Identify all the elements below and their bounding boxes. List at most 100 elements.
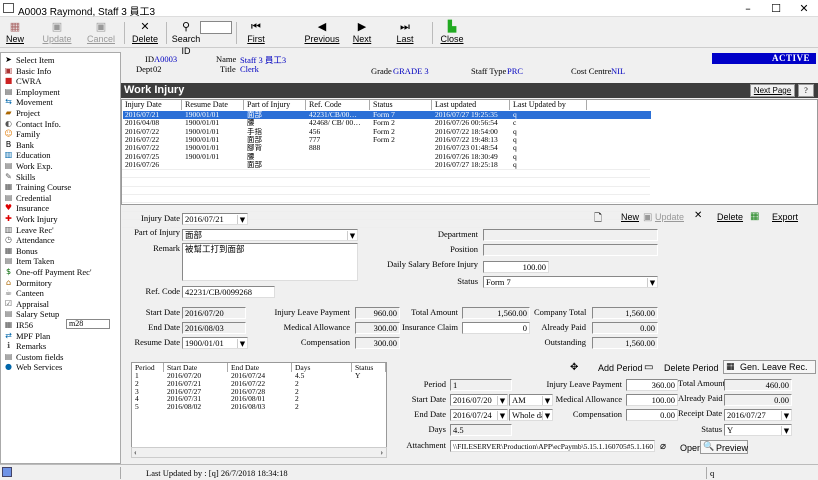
next-page-button[interactable]: Next Page bbox=[750, 84, 795, 97]
sidebar-item-work-exp-[interactable]: Work Exp. bbox=[16, 161, 53, 172]
grid-cell[interactable]: 777 bbox=[306, 136, 370, 144]
grid-cell[interactable]: 2016/07/26 bbox=[122, 161, 182, 169]
delete-period-button[interactable]: Delete Period bbox=[664, 363, 719, 373]
grid-header-4[interactable]: Status bbox=[370, 100, 432, 110]
close-button[interactable]: ▙ Close bbox=[440, 20, 464, 46]
sidebar-item-custom-fields[interactable]: Custom fields bbox=[16, 352, 63, 363]
ref-code-input[interactable]: 42231/CB/0099268 bbox=[182, 286, 275, 298]
grid-cell[interactable]: 腰 bbox=[244, 153, 306, 161]
last-button[interactable]: ⏭ Last bbox=[395, 20, 415, 46]
grid-cell[interactable]: Form 7 bbox=[370, 111, 432, 119]
grid-cell[interactable]: 1900/01/01 bbox=[182, 128, 244, 136]
sidebar-item-one-off-payment-rec-[interactable]: One-off Payment Rec' bbox=[16, 267, 92, 278]
period-cell[interactable]: Y bbox=[352, 372, 360, 380]
add-period-button[interactable]: Add Period bbox=[598, 363, 643, 373]
grid-cell[interactable]: 2016/07/22 bbox=[122, 128, 182, 136]
insurance-claim-input[interactable]: 0 bbox=[462, 322, 530, 334]
grid-cell[interactable]: 456 bbox=[306, 128, 370, 136]
sidebar-item-contact-info-[interactable]: Contact Info. bbox=[16, 119, 61, 130]
grid-header-5[interactable]: Last updated bbox=[432, 100, 510, 110]
grid-cell[interactable]: 2016/07/26 18:30:49 bbox=[432, 153, 510, 161]
grid-cell[interactable]: 面部 bbox=[244, 111, 306, 119]
period-cell[interactable] bbox=[352, 380, 355, 388]
remark-textarea[interactable]: 被幫工打到面部 bbox=[182, 243, 358, 281]
grid-cell[interactable]: 2016/07/22 19:48:13 bbox=[432, 136, 510, 144]
mpf-plan-input[interactable]: m28 bbox=[66, 319, 110, 329]
sidebar-item-select-item[interactable]: Select Item bbox=[16, 55, 54, 66]
sidebar-item-bank[interactable]: Bank bbox=[16, 140, 34, 151]
daily-salary-input[interactable]: 100.00 bbox=[483, 261, 549, 273]
form-update-button[interactable]: ▣ Update bbox=[643, 212, 684, 223]
grid-cell[interactable]: 1900/01/01 bbox=[182, 153, 244, 161]
period-cell[interactable]: 5 bbox=[132, 403, 139, 411]
grid-cell[interactable]: 2016/07/21 bbox=[122, 111, 182, 119]
cancel-button[interactable]: ▣ Cancel bbox=[84, 20, 118, 46]
grid-cell[interactable] bbox=[306, 161, 370, 169]
grid-cell[interactable]: 2016/07/27 19:25:35 bbox=[432, 111, 510, 119]
grid-cell[interactable]: q bbox=[510, 128, 587, 136]
help-button[interactable]: ? bbox=[798, 84, 814, 97]
grid-cell[interactable]: Form 2 bbox=[370, 119, 432, 127]
sidebar-item-dormitory[interactable]: Dormitory bbox=[16, 278, 52, 289]
sidebar-item-mpf-plan[interactable]: MPF Plan bbox=[16, 331, 50, 342]
grid-cell[interactable]: 面部 bbox=[244, 161, 306, 169]
grid-cell[interactable]: q bbox=[510, 161, 587, 169]
grid-cell[interactable]: 1900/01/01 bbox=[182, 111, 244, 119]
sidebar-item-training-course[interactable]: Training Course bbox=[16, 182, 71, 193]
add-period-icon[interactable]: ✥ bbox=[570, 362, 578, 373]
sidebar-item-salary-setup[interactable]: Salary Setup bbox=[16, 309, 59, 320]
grid-cell[interactable] bbox=[370, 153, 432, 161]
grid-cell[interactable] bbox=[306, 153, 370, 161]
form-delete-button[interactable]: ✕ bbox=[694, 210, 702, 221]
sidebar-item-item-taken[interactable]: Item Taken bbox=[16, 256, 54, 267]
first-button[interactable]: ⏮ First bbox=[244, 20, 268, 46]
grid-cell[interactable]: 888 bbox=[306, 144, 370, 152]
open-button[interactable]: Open bbox=[680, 443, 702, 453]
period-status-select[interactable]: Y ▼ bbox=[724, 424, 792, 436]
sidebar-item-canteen[interactable]: Canteen bbox=[16, 288, 44, 299]
period-start-date-input[interactable]: 2016/07/20 ▼ bbox=[450, 394, 508, 406]
grid-cell[interactable]: 2016/07/22 bbox=[122, 144, 182, 152]
grid-cell[interactable]: 2016/07/22 18:54:00 bbox=[432, 128, 510, 136]
status-select[interactable]: Form 7 ▼ bbox=[483, 276, 658, 288]
period-cell[interactable] bbox=[352, 388, 355, 396]
grid-header-1[interactable]: Resume Date bbox=[182, 100, 244, 110]
sidebar-item-skills[interactable]: Skills bbox=[16, 172, 35, 183]
search-id-button[interactable]: ⚲ Search ID bbox=[170, 20, 202, 56]
grid-cell[interactable]: 2016/07/26 00:56:54 bbox=[432, 119, 510, 127]
grid-cell[interactable]: q bbox=[510, 153, 587, 161]
minimize-icon[interactable]: – bbox=[734, 1, 762, 16]
grid-cell[interactable]: 42231/CB/00… bbox=[306, 111, 370, 119]
sidebar-item-work-injury[interactable]: Work Injury bbox=[16, 214, 58, 225]
sidebar-item-project[interactable]: Project bbox=[16, 108, 40, 119]
period-cell[interactable]: 2016/08/02 bbox=[164, 403, 201, 411]
grid-cell[interactable]: q bbox=[510, 136, 587, 144]
sidebar-item-movement[interactable]: Movement bbox=[16, 97, 53, 108]
grid-cell[interactable]: 2016/07/25 bbox=[122, 153, 182, 161]
grid-cell[interactable]: q bbox=[510, 111, 587, 119]
sidebar-item-attendance[interactable]: Attendance bbox=[16, 235, 55, 246]
sidebar-item-credential[interactable]: Credential bbox=[16, 193, 51, 204]
delete-button[interactable]: ✕ Delete bbox=[130, 20, 160, 46]
part-of-injury-select[interactable]: 面部 ▼ bbox=[182, 229, 358, 241]
form-delete-label[interactable]: Delete bbox=[717, 212, 743, 222]
sidebar-item-bonus[interactable]: Bonus bbox=[16, 246, 38, 257]
attachment-input[interactable]: \\FILESERVER\Production\APP\ecPaymb\5.15… bbox=[450, 440, 655, 452]
form-export-button[interactable]: ▦ bbox=[750, 211, 759, 222]
grid-cell[interactable] bbox=[370, 144, 432, 152]
gen-leave-button[interactable]: ▦ Gen. Leave Rec. bbox=[723, 360, 816, 374]
sidebar-item-basic-info[interactable]: Basic Info bbox=[16, 66, 51, 77]
grid-cell[interactable]: 2016/07/23 01:48:54 bbox=[432, 144, 510, 152]
grid-cell[interactable] bbox=[370, 161, 432, 169]
preview-button[interactable]: 🔍 Preview bbox=[700, 440, 748, 454]
grid-cell[interactable]: 腰 bbox=[244, 119, 306, 127]
sidebar-item-leave-rec-[interactable]: Leave Rec' bbox=[16, 225, 54, 236]
grid-cell[interactable]: Form 2 bbox=[370, 136, 432, 144]
period-medical-allowance-input[interactable]: 100.00 bbox=[626, 394, 678, 406]
previous-button[interactable]: ◀ Previous bbox=[304, 20, 340, 46]
sidebar-item-insurance[interactable]: Insurance bbox=[16, 203, 49, 214]
grid-cell[interactable]: 2016/04/08 bbox=[122, 119, 182, 127]
search-id-input[interactable] bbox=[200, 21, 232, 34]
period-cell[interactable] bbox=[352, 403, 355, 411]
sidebar-item-ir56[interactable]: IR56 bbox=[16, 320, 33, 331]
